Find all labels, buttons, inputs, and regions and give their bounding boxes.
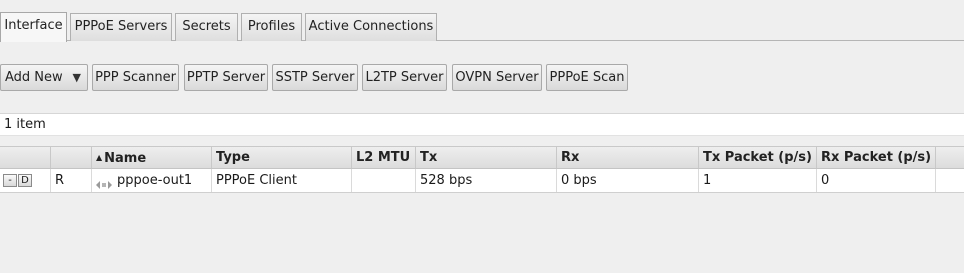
pppoe-scan-button[interactable]: PPPoE Scan <box>546 64 628 91</box>
column-header-rx-packet[interactable]: Rx Packet (p/s) <box>816 147 935 168</box>
tab-profiles[interactable]: Profiles <box>241 13 302 41</box>
chevron-down-icon: ▼ <box>72 71 81 84</box>
tab-interface[interactable]: Interface <box>0 12 67 42</box>
row-rx-packet: 0 <box>816 169 935 192</box>
details-button[interactable]: D <box>18 174 32 187</box>
table-row[interactable]: -D R pppoe-out1 PPPoE Client 528 bps 0 b… <box>0 169 964 193</box>
column-header-actions <box>0 147 50 168</box>
row-tx: 528 bps <box>415 169 556 192</box>
interface-icon <box>96 175 112 189</box>
column-header-tx[interactable]: Tx <box>415 147 556 168</box>
pptp-server-button[interactable]: PPTP Server <box>184 64 268 91</box>
ovpn-server-button[interactable]: OVPN Server <box>452 64 542 91</box>
row-name: pppoe-out1 <box>117 173 193 188</box>
disable-button[interactable]: - <box>3 174 17 187</box>
row-tx-packet: 1 <box>698 169 816 192</box>
row-l2mtu <box>351 169 415 192</box>
table-header: ▲ Name Type L2 MTU Tx Rx Tx Packet (p/s) … <box>0 146 964 169</box>
add-new-label: Add New <box>5 70 63 85</box>
tab-bar: Interface PPPoE Servers Secrets Profiles… <box>0 0 964 42</box>
column-header-flags[interactable] <box>50 147 91 168</box>
sort-ascending-icon: ▲ <box>96 153 103 162</box>
column-header-filler <box>935 147 964 168</box>
column-header-l2mtu[interactable]: L2 MTU <box>351 147 415 168</box>
column-header-name-label: Name <box>104 151 147 166</box>
row-type: PPPoE Client <box>211 169 351 192</box>
sstp-server-button[interactable]: SSTP Server <box>272 64 358 91</box>
l2tp-server-button[interactable]: L2TP Server <box>362 64 447 91</box>
item-count: 1 item <box>0 113 964 136</box>
row-rx: 0 bps <box>556 169 698 192</box>
row-flags: R <box>50 169 91 192</box>
column-header-rx[interactable]: Rx <box>556 147 698 168</box>
ppp-scanner-button[interactable]: PPP Scanner <box>92 64 179 91</box>
column-header-name[interactable]: ▲ Name <box>91 147 211 168</box>
row-actions: -D <box>0 169 50 192</box>
row-name-cell[interactable]: pppoe-out1 <box>91 169 211 192</box>
tab-active-connections[interactable]: Active Connections <box>305 13 437 41</box>
column-header-tx-packet[interactable]: Tx Packet (p/s) <box>698 147 816 168</box>
row-filler <box>935 169 964 192</box>
tab-pppoe-servers[interactable]: PPPoE Servers <box>70 13 172 41</box>
tab-secrets[interactable]: Secrets <box>175 13 238 41</box>
column-header-type[interactable]: Type <box>211 147 351 168</box>
add-new-button[interactable]: Add New ▼ <box>0 64 88 91</box>
